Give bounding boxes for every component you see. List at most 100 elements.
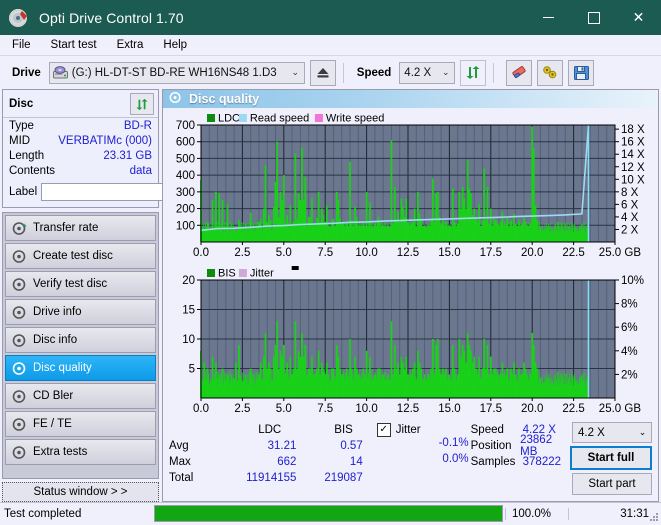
sidebar-item-disc-info[interactable]: Disc info (5, 327, 156, 353)
disc-test-icon (12, 305, 27, 320)
status-window-button[interactable]: Status window > > (2, 482, 159, 502)
refresh-button[interactable] (460, 59, 487, 86)
tick-label-x: 15.0 (438, 247, 460, 259)
sidebar-item-label: Disc quality (33, 362, 92, 374)
status-window-button-label: Status window > > (33, 486, 128, 498)
sidebar-item-label: Disc info (33, 334, 78, 346)
eject-button[interactable] (309, 59, 336, 86)
start-full-button[interactable]: Start full (569, 446, 652, 470)
disc-info-header: Disc (3, 90, 158, 118)
table-row: Max 662 14 (169, 454, 377, 470)
table-row: Avg 31.21 0.57 (169, 438, 377, 454)
stats-max-bis: 14 (349, 456, 363, 468)
resize-grip-icon[interactable] (649, 512, 659, 522)
tick-label-y2: 16 X (621, 137, 645, 149)
speed-info-column: Speed 4.22 X Position 23862 MB Samples 3… (471, 422, 570, 501)
tick-label-x: 10.0 (355, 403, 377, 415)
drive-select[interactable]: (G:) HL-DT-ST BD-RE WH16NS48 1.D3 ⌄ (48, 61, 305, 84)
test-speed-select[interactable]: 4.2 X ⌄ (571, 422, 652, 443)
tick-label-x: 2.5 (234, 403, 250, 415)
legend-label: Write speed (326, 113, 385, 125)
table-row: Total 11914155 219087 (169, 470, 377, 486)
save-button[interactable] (568, 59, 595, 86)
sidebar-item-disc-quality[interactable]: Disc quality (5, 355, 156, 381)
sidebar-item-verify-test-disc[interactable]: Verify test disc (5, 271, 156, 297)
tick-label-x: 12.5 (397, 247, 419, 259)
action-column: 4.2 X ⌄ Start full Start part (569, 422, 652, 501)
stats-max-ldc: 662 (277, 456, 297, 468)
legend-swatch (314, 114, 323, 122)
menu-help[interactable]: Help (160, 37, 196, 53)
app-disc-icon (8, 7, 30, 29)
tick-label-x: 17.5 (480, 403, 502, 415)
disc-field-contents-key: Contents (9, 165, 56, 177)
status-bar: Test completed 100.0% 31:31 (0, 502, 661, 524)
disc-refresh-button[interactable] (130, 93, 154, 115)
tick-label-x: 10.0 (355, 247, 377, 259)
sidebar-item-create-test-disc[interactable]: Create test disc (5, 243, 156, 269)
disc-field-mid-key: MID (9, 135, 31, 147)
disc-field-type: Type BD-R (3, 118, 158, 133)
sidebar-item-drive-info[interactable]: Drive info (5, 299, 156, 325)
tick-label-y2: 12 X (621, 162, 645, 174)
tick-label-y2: 10% (621, 275, 644, 287)
window-title: Opti Drive Control 1.70 (39, 9, 184, 26)
tick-label-y2: 8% (621, 299, 638, 311)
menu-bar: File Start test Extra Help (0, 35, 661, 56)
disc-test-icon (12, 417, 27, 432)
sidebar-item-transfer-rate[interactable]: Transfer rate (5, 215, 156, 241)
disc-field-type-value: BD-R (123, 120, 152, 132)
menu-start-test-label: Start test (50, 39, 97, 51)
tick-label-y: 700 (176, 120, 195, 132)
chevron-down-icon: ⌄ (638, 427, 647, 437)
close-button[interactable]: ✕ (616, 0, 661, 35)
legend-swatch (207, 114, 215, 122)
position-info-label: Position (470, 440, 512, 452)
status-text: Test completed (4, 507, 82, 520)
disc-heading: Disc (9, 98, 34, 110)
tick-label-x: 20.0 (521, 247, 543, 259)
position-info-value: 23862 MB (520, 434, 553, 458)
start-part-button[interactable]: Start part (571, 473, 652, 495)
erase-button[interactable] (506, 59, 533, 86)
sidebar-nav: Transfer rate Create test disc Verify te… (2, 212, 159, 479)
jitter-label: Jitter (395, 423, 421, 436)
menu-extra[interactable]: Extra (114, 37, 153, 53)
stats-row-avg-label: Avg (169, 440, 189, 452)
menu-file-label: File (12, 39, 31, 51)
samples-info-label: Samples (470, 456, 516, 468)
menu-file[interactable]: File (9, 37, 40, 53)
panel-header: Disc quality (163, 90, 658, 108)
ldc-read-speed-chart[interactable]: LDC Read speed Write speed 100 200 300 400 500 6… (163, 108, 656, 260)
panel-title: Disc quality (189, 92, 260, 106)
tick-label-y2: 18 X (621, 124, 645, 136)
bis-jitter-chart[interactable]: BIS Jitter 5 10 15 20 2% 4% 6% 8% 10% 0.0 2.5 5.0 7.5 1… (163, 260, 656, 418)
maximize-button[interactable] (571, 0, 616, 35)
sidebar-item-label: Drive info (33, 306, 82, 318)
tools-button[interactable] (537, 59, 564, 86)
jitter-checkbox[interactable]: ✓ (376, 422, 391, 437)
tick-label-x: 0.0 (193, 403, 209, 415)
jitter-max-value: 0.0% (442, 453, 469, 465)
disc-field-length-key: Length (9, 150, 45, 162)
no-data-region (588, 125, 615, 242)
start-part-button-label: Start part (588, 478, 636, 490)
sidebar-item-cd-bler[interactable]: CD Bler (5, 383, 156, 409)
save-icon (573, 65, 589, 80)
speed-select[interactable]: 4.2 X ⌄ (399, 61, 456, 84)
sidebar-item-fe-te[interactable]: FE / TE (5, 411, 156, 437)
jitter-header: ✓ Jitter (376, 422, 471, 437)
tick-label-y: 600 (176, 137, 195, 149)
stats-avg-bis: 0.57 (340, 440, 363, 452)
samples-info-value: 378222 (522, 456, 562, 468)
sidebar-item-extra-tests[interactable]: Extra tests (5, 439, 156, 465)
tick-label-y2: 2 X (621, 224, 639, 236)
stats-table: LDC BIS Avg 31.21 0.57 Max 662 14 Total … (169, 422, 377, 501)
disc-test-icon (12, 445, 27, 460)
tools-icon (543, 66, 557, 79)
sidebar-item-label: Transfer rate (33, 222, 99, 234)
main-panel: Disc quality LDC Read speed Write speed 100… (162, 89, 659, 502)
disc-test-icon (12, 389, 27, 404)
menu-start-test[interactable]: Start test (48, 37, 106, 53)
minimize-button[interactable] (526, 0, 571, 35)
